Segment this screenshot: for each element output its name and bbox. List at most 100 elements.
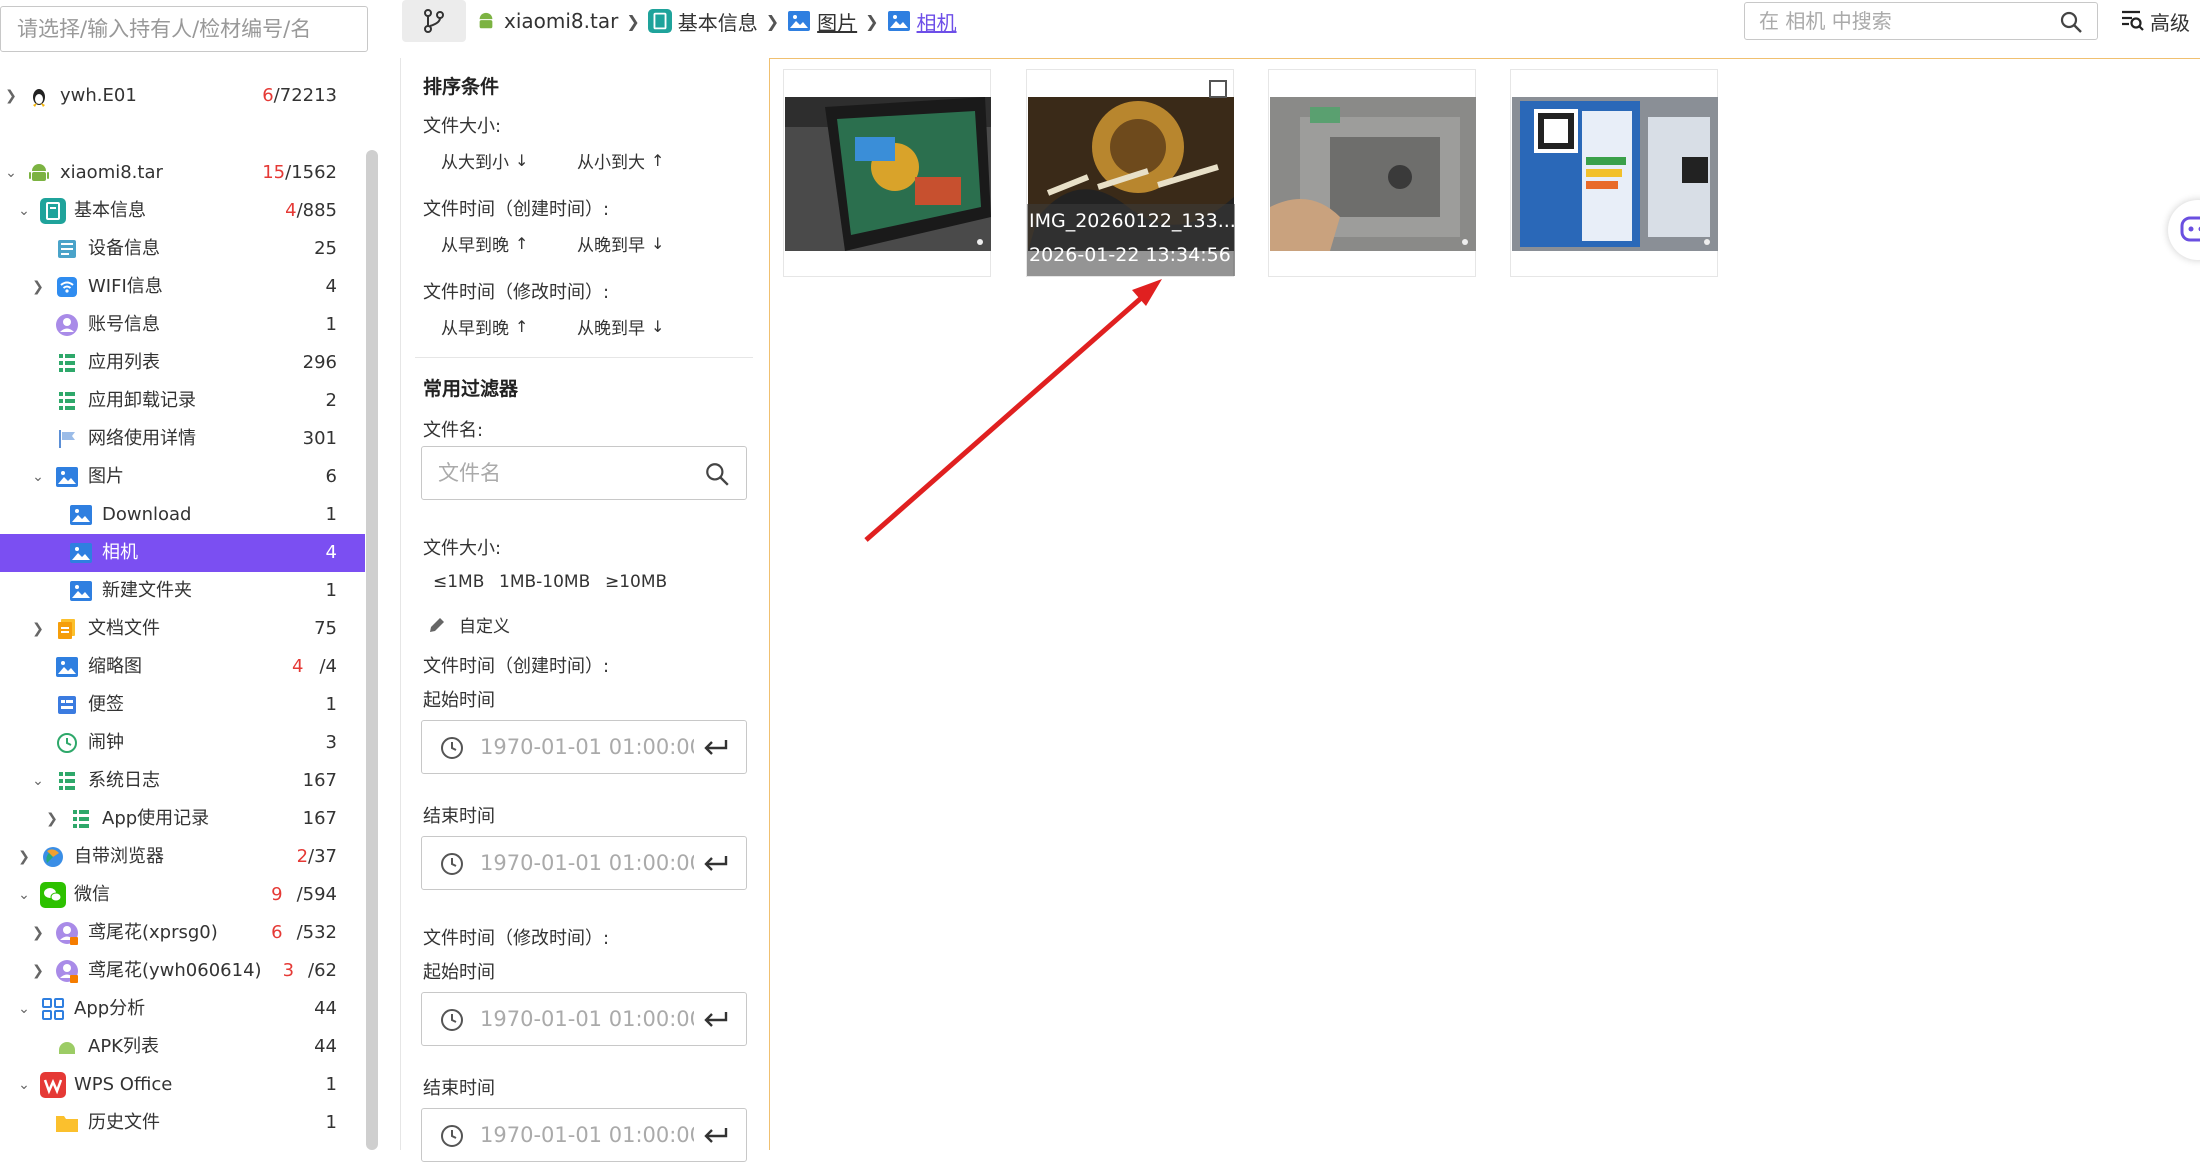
breadcrumb-label: 相机 bbox=[917, 7, 957, 36]
chevron-down-icon[interactable]: ⌄ bbox=[30, 458, 46, 496]
size-mid-chip[interactable]: 1MB-10MB bbox=[499, 572, 590, 592]
sort-ctime-asc-button[interactable]: 从早到晚↑ bbox=[441, 231, 528, 256]
tree-item-count: 296 bbox=[303, 344, 337, 382]
android-icon bbox=[54, 1034, 80, 1060]
tree-item-xiaomi8-tar[interactable]: ⌄ xiaomi8.tar 15/1562 bbox=[0, 154, 365, 192]
select-checkbox[interactable] bbox=[1209, 80, 1227, 98]
tree-item-account-info[interactable]: 账号信息 1 bbox=[0, 306, 365, 344]
tree-item-history-files[interactable]: 历史文件 1 bbox=[0, 1104, 365, 1142]
tree-item-system-log[interactable]: ⌄ 系统日志 167 bbox=[0, 762, 365, 800]
time-value: 1970-01-01 01:00:00 bbox=[480, 993, 694, 1045]
sort-title: 排序条件 bbox=[423, 72, 499, 99]
tree-item-browser[interactable]: ❯ 自带浏览器 2/37 bbox=[0, 838, 365, 876]
tree-item-device-info[interactable]: 设备信息 25 bbox=[0, 230, 365, 268]
chevron-right-icon: ❯ bbox=[766, 12, 779, 31]
sort-mtime-desc-button[interactable]: 从晚到早↓ bbox=[577, 314, 664, 339]
search-icon[interactable] bbox=[704, 461, 730, 492]
tree-item-download[interactable]: Download 1 bbox=[0, 496, 365, 534]
advanced-search-button[interactable]: 高级 bbox=[2118, 0, 2190, 42]
breadcrumb-item-camera[interactable]: 相机 bbox=[887, 7, 957, 36]
tree-item-thumbnails[interactable]: 缩略图 4/4 bbox=[0, 648, 365, 686]
filename-label: 文件名: bbox=[423, 416, 483, 442]
tree-item-wechat[interactable]: ⌄ 微信 9/594 bbox=[0, 876, 365, 914]
chevron-right-icon[interactable]: ❯ bbox=[30, 914, 46, 952]
scope-search-input[interactable]: 在 相机 中搜索 bbox=[1744, 2, 2098, 40]
chevron-right-icon[interactable]: ❯ bbox=[44, 800, 60, 838]
chevron-down-icon[interactable]: ⌄ bbox=[3, 154, 19, 192]
tree-scrollbar[interactable] bbox=[366, 150, 378, 1150]
tree-item-app-uninstall[interactable]: 应用卸载记录 2 bbox=[0, 382, 365, 420]
tree-item-wps-office[interactable]: ⌄ WPS Office 1 bbox=[0, 1066, 365, 1104]
clock-icon bbox=[440, 852, 464, 881]
tree-item-label: ywh.E01 bbox=[60, 77, 137, 115]
tree-item-documents[interactable]: ❯ 文档文件 75 bbox=[0, 610, 365, 648]
mtime-start-input[interactable]: 1970-01-01 01:00:00 bbox=[421, 992, 747, 1046]
tree-item-wifi-info[interactable]: ❯ WIFI信息 4 bbox=[0, 268, 365, 306]
tree-item-label: 图片 bbox=[88, 458, 124, 496]
enter-icon[interactable] bbox=[702, 1124, 730, 1153]
advanced-label: 高级 bbox=[2150, 7, 2190, 36]
tree-item-apk-list[interactable]: APK列表 44 bbox=[0, 1028, 365, 1066]
breadcrumb-item-basic-info[interactable]: 基本信息 bbox=[648, 7, 758, 36]
image-thumbnail[interactable] bbox=[783, 69, 991, 277]
tree-item-count: 167 bbox=[303, 800, 337, 838]
tree-item-new-folder[interactable]: 新建文件夹 1 bbox=[0, 572, 365, 610]
mtime-end-input[interactable]: 1970-01-01 01:00:00 bbox=[421, 1108, 747, 1162]
tree-item-app-usage[interactable]: ❯ App使用记录 167 bbox=[0, 800, 365, 838]
evidence-tree-panel: 请选择/输入持有人/检材编号/名 ❯ ywh.E01 6/72213 ⌄ xia… bbox=[0, 0, 380, 1150]
sort-ctime-desc-button[interactable]: 从晚到早↓ bbox=[577, 231, 664, 256]
tree-item-wechat-user-2[interactable]: ❯ 鸢尾花(ywh060614) 3/62 bbox=[0, 952, 365, 990]
enter-icon[interactable] bbox=[702, 852, 730, 881]
tree-item-label: xiaomi8.tar bbox=[60, 154, 163, 192]
sort-size-desc-button[interactable]: 从大到小↓ bbox=[441, 148, 528, 173]
tree-item-notes[interactable]: 便签 1 bbox=[0, 686, 365, 724]
chevron-down-icon[interactable]: ⌄ bbox=[16, 990, 32, 1028]
chevron-right-icon[interactable]: ❯ bbox=[3, 77, 19, 115]
sort-size-asc-button[interactable]: 从小到大↑ bbox=[577, 148, 664, 173]
image-thumbnail[interactable] bbox=[1268, 69, 1476, 277]
tree-item-count: 25 bbox=[314, 230, 337, 268]
chevron-down-icon[interactable]: ⌄ bbox=[16, 1066, 32, 1104]
tree-item-alarm[interactable]: 闹钟 3 bbox=[0, 724, 365, 762]
branch-button[interactable] bbox=[402, 0, 466, 42]
custom-size-button[interactable]: 自定义 bbox=[427, 612, 510, 637]
ctime-start-input[interactable]: 1970-01-01 01:00:00 bbox=[421, 720, 747, 774]
image-icon bbox=[54, 464, 80, 490]
filename-input[interactable]: 文件名 bbox=[421, 446, 747, 500]
tree-item-count: 75 bbox=[314, 610, 337, 648]
image-thumbnail[interactable] bbox=[1510, 69, 1718, 277]
tree-item-basic-info[interactable]: ⌄ 基本信息 4/885 bbox=[0, 192, 365, 230]
size-large-chip[interactable]: ≥10MB bbox=[605, 572, 667, 592]
chevron-down-icon[interactable]: ⌄ bbox=[16, 876, 32, 914]
enter-icon[interactable] bbox=[702, 736, 730, 765]
tree-item-count: 6/532 bbox=[271, 914, 337, 952]
image-thumbnail-hovered[interactable]: IMG_20260122_133... 2026-01-22 13:34:56 bbox=[1026, 69, 1234, 277]
size-small-chip[interactable]: ≤1MB bbox=[433, 572, 484, 592]
tree-item-label: 历史文件 bbox=[88, 1104, 160, 1142]
tree-item-count: 3 bbox=[326, 724, 337, 762]
chevron-right-icon[interactable]: ❯ bbox=[30, 268, 46, 306]
ctime-end-input[interactable]: 1970-01-01 01:00:00 bbox=[421, 836, 747, 890]
tree-item-images[interactable]: ⌄ 图片 6 bbox=[0, 458, 365, 496]
time-value: 1970-01-01 01:00:00 bbox=[480, 837, 694, 889]
chevron-right-icon[interactable]: ❯ bbox=[16, 838, 32, 876]
tree-item-wechat-user-1[interactable]: ❯ 鸢尾花(xprsg0) 6/532 bbox=[0, 914, 365, 952]
tree-item-label: 闹钟 bbox=[88, 724, 124, 762]
tree-item-app-analysis[interactable]: ⌄ App分析 44 bbox=[0, 990, 365, 1028]
tree-item-camera[interactable]: 相机 4 bbox=[0, 534, 365, 572]
holder-search-input[interactable]: 请选择/输入持有人/检材编号/名 bbox=[0, 6, 368, 52]
chevron-right-icon[interactable]: ❯ bbox=[30, 610, 46, 648]
photo-label bbox=[1512, 97, 1718, 251]
enter-icon[interactable] bbox=[702, 1008, 730, 1037]
chevron-down-icon[interactable]: ⌄ bbox=[16, 192, 32, 230]
chevron-down-icon[interactable]: ⌄ bbox=[30, 762, 46, 800]
chevron-right-icon[interactable]: ❯ bbox=[30, 952, 46, 990]
sort-mtime-asc-button[interactable]: 从早到晚↑ bbox=[441, 314, 528, 339]
network-icon bbox=[54, 426, 80, 452]
tree-item-network-usage[interactable]: 网络使用详情 301 bbox=[0, 420, 365, 458]
tree-item-ywh-e01[interactable]: ❯ ywh.E01 6/72213 bbox=[0, 77, 365, 115]
breadcrumb-item-xiaomi8[interactable]: xiaomi8.tar bbox=[474, 9, 618, 33]
breadcrumb-item-images[interactable]: 图片 bbox=[787, 7, 857, 36]
tree-item-app-list[interactable]: 应用列表 296 bbox=[0, 344, 365, 382]
search-icon[interactable] bbox=[2059, 10, 2083, 38]
